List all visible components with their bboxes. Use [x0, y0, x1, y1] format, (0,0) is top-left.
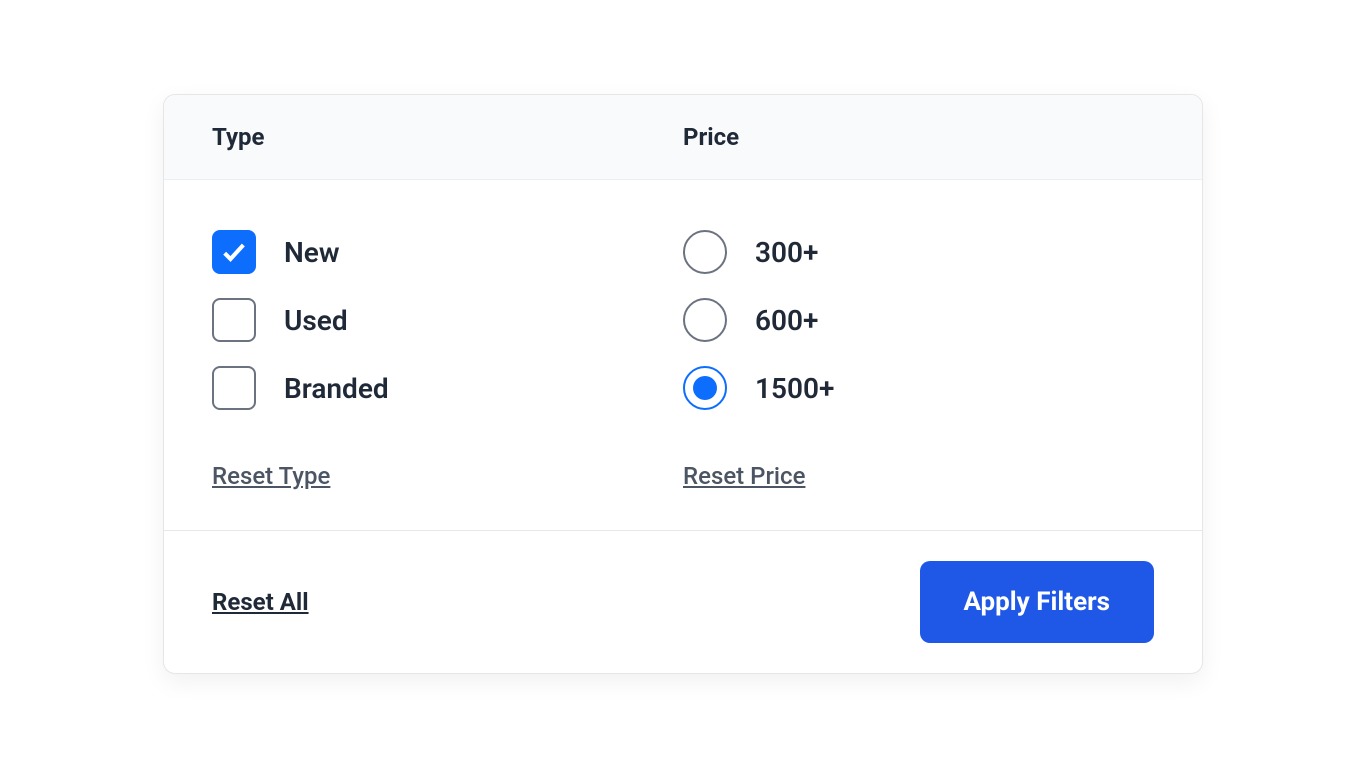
- checkbox-icon: [212, 230, 256, 274]
- reset-all-link[interactable]: Reset All: [212, 588, 309, 616]
- price-option-600[interactable]: 600+: [683, 298, 1154, 342]
- radio-icon: [683, 298, 727, 342]
- price-column: 300+ 600+ 1500+ Reset Price: [683, 230, 1154, 490]
- reset-type-link[interactable]: Reset Type: [212, 462, 330, 490]
- type-heading: Type: [212, 123, 683, 151]
- radio-icon: [683, 366, 727, 410]
- filter-header: Type Price: [164, 95, 1202, 180]
- price-option-1500[interactable]: 1500+: [683, 366, 1154, 410]
- type-option-used[interactable]: Used: [212, 298, 683, 342]
- filter-footer: Reset All Apply Filters: [164, 530, 1202, 673]
- apply-filters-button[interactable]: Apply Filters: [920, 561, 1155, 643]
- filter-panel: Type Price New Use: [163, 94, 1203, 674]
- price-heading: Price: [683, 123, 1154, 151]
- type-option-branded[interactable]: Branded: [212, 366, 683, 410]
- type-option-label: Used: [284, 304, 348, 337]
- price-option-label: 300+: [755, 236, 818, 269]
- price-option-list: 300+ 600+ 1500+: [683, 230, 1154, 410]
- price-option-300[interactable]: 300+: [683, 230, 1154, 274]
- type-option-list: New Used Branded: [212, 230, 683, 410]
- checkbox-icon: [212, 366, 256, 410]
- type-option-new[interactable]: New: [212, 230, 683, 274]
- radio-icon: [683, 230, 727, 274]
- filter-body: New Used Branded Reset Ty: [164, 180, 1202, 530]
- type-column: New Used Branded Reset Ty: [212, 230, 683, 490]
- type-option-label: Branded: [284, 372, 389, 405]
- price-option-label: 1500+: [755, 372, 834, 405]
- check-icon: [220, 238, 248, 266]
- price-option-label: 600+: [755, 304, 818, 337]
- reset-price-link[interactable]: Reset Price: [683, 462, 805, 490]
- type-option-label: New: [284, 236, 340, 269]
- checkbox-icon: [212, 298, 256, 342]
